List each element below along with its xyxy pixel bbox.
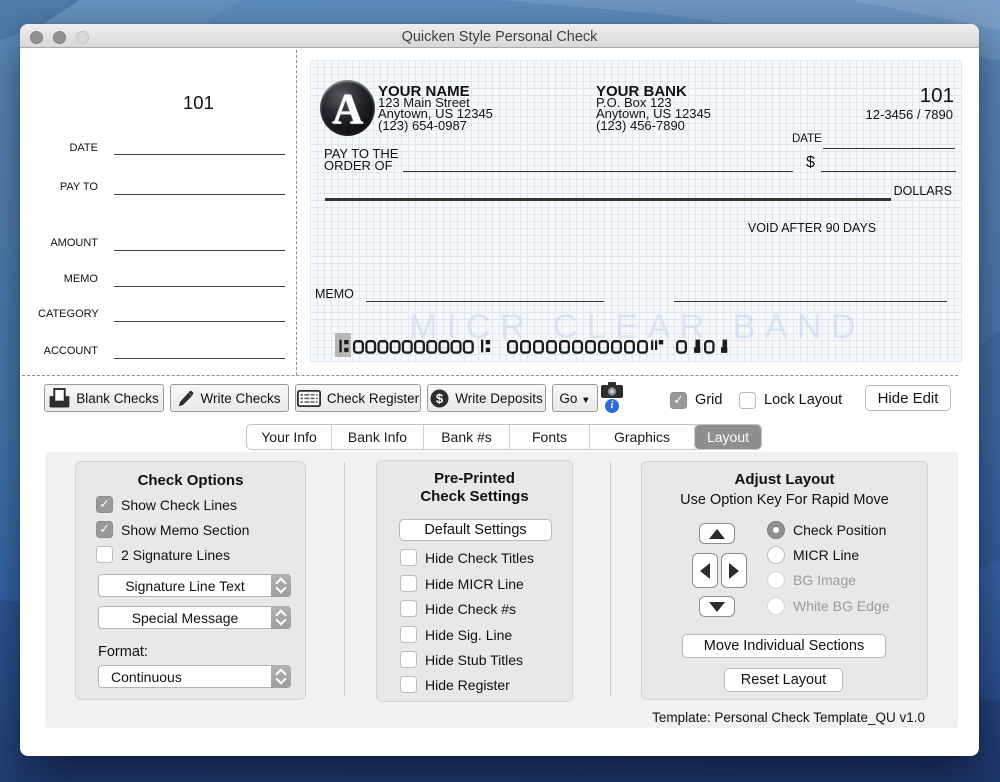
svg-text:$: $: [436, 391, 444, 406]
